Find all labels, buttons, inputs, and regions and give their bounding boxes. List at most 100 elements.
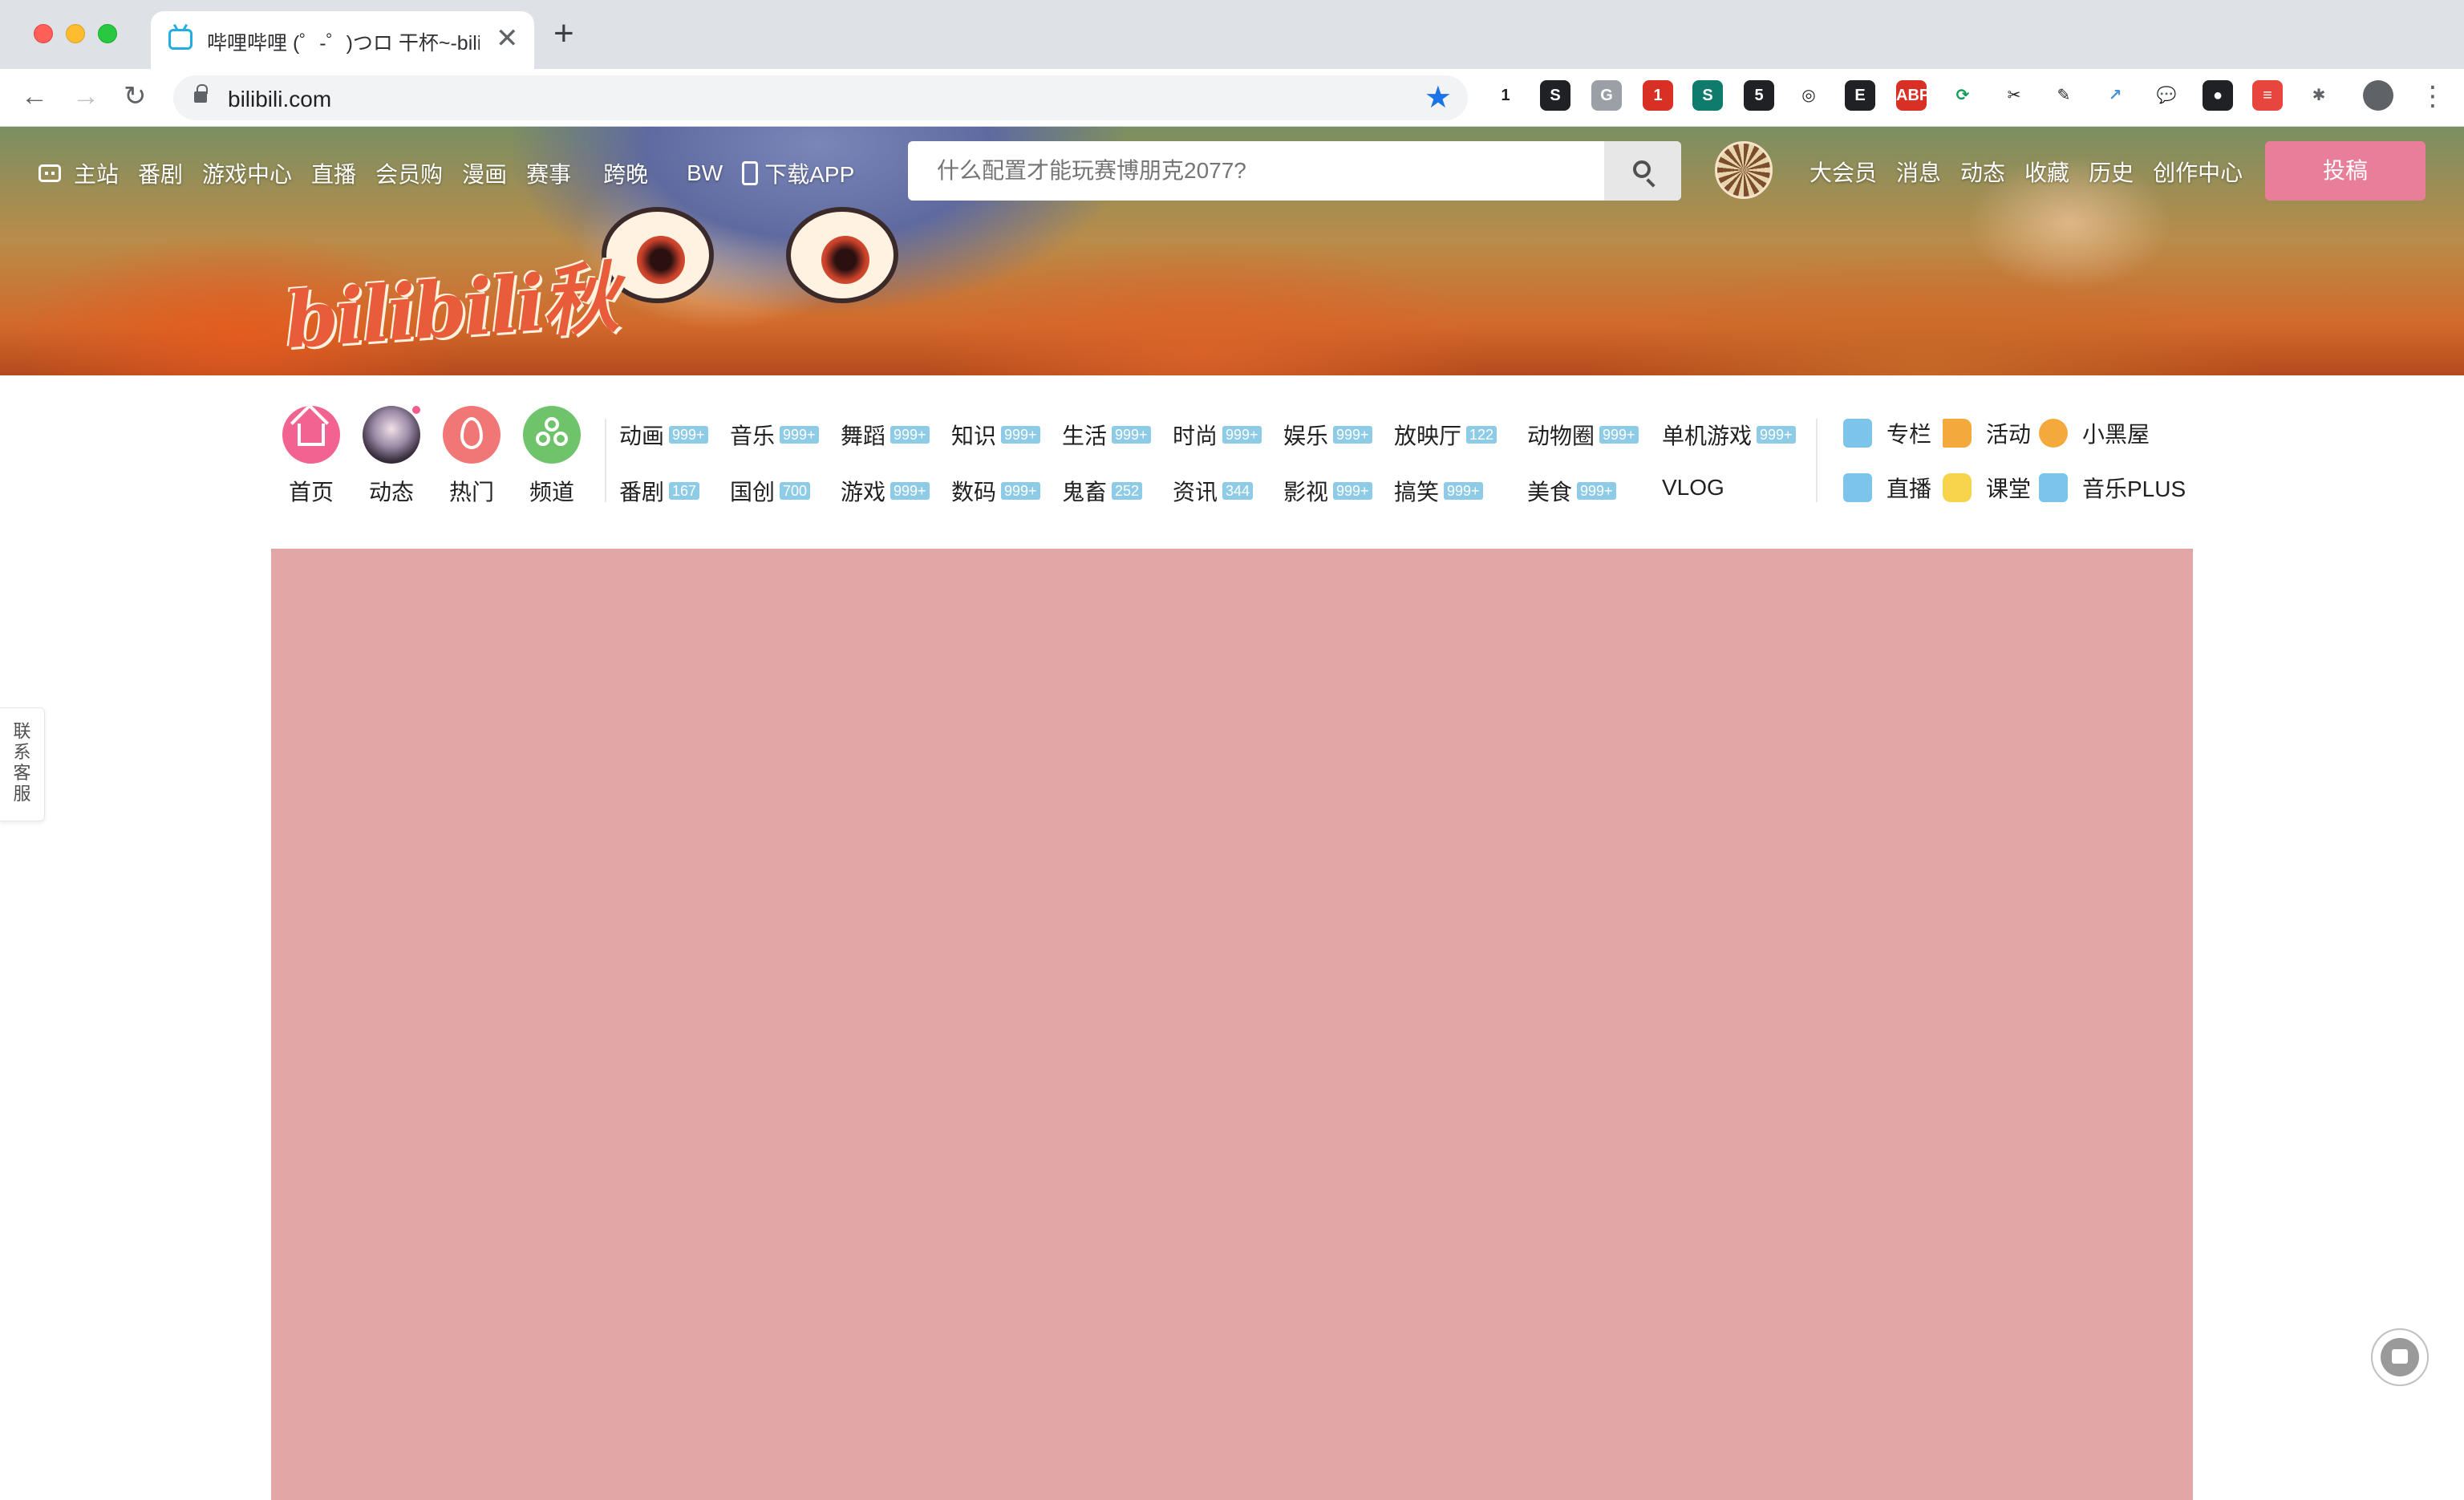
category-row2-2[interactable]: 游戏 999+ xyxy=(841,475,930,507)
popular-circle xyxy=(443,406,500,464)
chat-icon[interactable]: 💬 xyxy=(2151,80,2182,111)
notes-icon[interactable]: ≡ xyxy=(2252,80,2283,111)
nav-game-center[interactable]: 游戏中心 xyxy=(202,157,292,189)
s-circle-icon[interactable]: S xyxy=(1540,80,1570,111)
translate-icon[interactable]: ⟳ xyxy=(1947,80,1978,111)
nav-channel[interactable]: 频道 xyxy=(520,406,584,507)
side-link-music-plus[interactable]: 音乐PLUS xyxy=(2039,472,2186,504)
url-text[interactable]: bilibili.com xyxy=(228,87,331,112)
nav-manga[interactable]: 漫画 xyxy=(462,157,507,189)
s-square-icon[interactable]: S xyxy=(1692,80,1723,111)
category-row2-5[interactable]: 资讯 344 xyxy=(1173,475,1254,507)
nav-history[interactable]: 历史 xyxy=(2089,156,2134,188)
category-row2-8[interactable]: 美食 999+ xyxy=(1527,475,1616,507)
camera-icon[interactable]: 5 xyxy=(1744,80,1774,111)
share-icon[interactable]: ↗ xyxy=(2100,80,2130,111)
category-row1-9[interactable]: 单机游戏 999+ xyxy=(1662,419,1796,451)
category-count-badge: 700 xyxy=(780,482,811,500)
category-row2-3[interactable]: 数码 999+ xyxy=(951,475,1040,507)
nav-dynamic-feed[interactable]: 动态 xyxy=(359,404,424,507)
nav-messages[interactable]: 消息 xyxy=(1896,156,1941,188)
side-link-activity[interactable]: 活动 xyxy=(1943,417,2031,449)
contact-char: 服 xyxy=(13,784,31,804)
category-row2-1[interactable]: 国创 700 xyxy=(730,475,811,507)
floating-feedback-button[interactable] xyxy=(2371,1328,2429,1386)
column-icon xyxy=(1843,419,1872,448)
browser-tab-bar: 哔哩哔哩 (゜-゜)つロ 干杯~-bili ✕ + xyxy=(0,0,2464,69)
category-row1-3[interactable]: 知识 999+ xyxy=(951,419,1040,451)
nav-main-site[interactable]: 主站 xyxy=(38,157,119,189)
nav-dynamic[interactable]: 动态 xyxy=(1960,156,2005,188)
category-count-badge: 999+ xyxy=(669,426,708,444)
music-plus-icon xyxy=(2039,473,2068,502)
side-link-blackroom[interactable]: 小黑屋 xyxy=(2039,417,2150,449)
chrome-ball-icon[interactable]: ◎ xyxy=(1793,80,1824,111)
side-link-column[interactable]: 专栏 xyxy=(1843,417,1931,449)
profile-icon[interactable] xyxy=(2363,80,2393,111)
browser-menu-icon[interactable]: ⋮ xyxy=(2419,80,2446,112)
category-name: 鬼畜 xyxy=(1062,480,1108,505)
tab-close-icon[interactable]: ✕ xyxy=(496,22,519,55)
category-row1-6[interactable]: 娱乐 999+ xyxy=(1283,419,1372,451)
new-tab-button[interactable]: + xyxy=(553,16,574,51)
bilibili-logo[interactable]: bilibili秋 xyxy=(281,236,619,370)
category-row1-7[interactable]: 放映厅 122 xyxy=(1394,419,1497,451)
search-box xyxy=(908,141,1681,201)
nav-favorites[interactable]: 收藏 xyxy=(2024,156,2069,188)
browser-tab-active[interactable]: 哔哩哔哩 (゜-゜)つロ 干杯~-bili ✕ xyxy=(151,11,534,69)
search-input[interactable] xyxy=(908,141,1604,201)
nav-new-year-gala[interactable]: 跨晚 xyxy=(603,157,648,189)
puzzle-icon[interactable]: ✱ xyxy=(2304,80,2334,111)
side-link-live[interactable]: 直播 xyxy=(1843,472,1931,504)
category-row2-4[interactable]: 鬼畜 252 xyxy=(1062,475,1143,507)
user-avatar[interactable] xyxy=(1715,141,1773,199)
nav-esports[interactable]: 赛事 xyxy=(526,157,571,189)
nav-popular[interactable]: 热门 xyxy=(440,406,504,507)
category-row1-2[interactable]: 舞蹈 999+ xyxy=(841,419,930,451)
bookmark-star-icon[interactable]: ★ xyxy=(1424,80,1452,116)
category-row1-4[interactable]: 生活 999+ xyxy=(1062,419,1151,451)
category-name: 资讯 xyxy=(1173,480,1218,505)
nav-home[interactable]: 首页 xyxy=(279,406,343,507)
lock-icon[interactable] xyxy=(194,84,208,103)
reload-button[interactable]: ↻ xyxy=(124,80,147,112)
search-button[interactable] xyxy=(1604,141,1681,201)
category-row2-6[interactable]: 影视 999+ xyxy=(1283,475,1372,507)
nav-live[interactable]: 直播 xyxy=(311,157,356,189)
grammar-icon[interactable]: G xyxy=(1591,80,1622,111)
pencil-icon[interactable]: ✎ xyxy=(2049,80,2079,111)
contact-support-label: 联 系 客 服 xyxy=(14,721,31,805)
category-row1-1[interactable]: 音乐 999+ xyxy=(730,419,819,451)
scissors-icon[interactable]: ✂ xyxy=(1999,80,2029,111)
category-row2-9[interactable]: VLOG xyxy=(1662,475,1724,501)
category-name: 动物圈 xyxy=(1527,424,1595,448)
forward-button[interactable]: → xyxy=(72,80,99,112)
minimize-window-button[interactable] xyxy=(66,24,85,43)
e-circle-icon[interactable]: E xyxy=(1845,80,1875,111)
nav-bangumi[interactable]: 番剧 xyxy=(138,157,183,189)
nav-member-shop[interactable]: 会员购 xyxy=(375,157,443,189)
side-link-activity-label: 活动 xyxy=(1986,422,2032,447)
category-name: 放映厅 xyxy=(1394,424,1462,448)
back-button[interactable]: ← xyxy=(21,80,48,112)
contact-support-tab[interactable]: 联 系 客 服 xyxy=(0,707,45,821)
bird-icon[interactable]: ● xyxy=(2203,80,2233,111)
nav-bw[interactable]: BW xyxy=(687,160,723,186)
category-row1-5[interactable]: 时尚 999+ xyxy=(1173,419,1262,451)
todo-icon[interactable]: 1 xyxy=(1643,80,1673,111)
category-row1-8[interactable]: 动物圈 999+ xyxy=(1527,419,1639,451)
adblock-icon[interactable]: ABP xyxy=(1896,80,1930,111)
nav-download-app[interactable]: 下载APP xyxy=(742,157,854,189)
close-window-button[interactable] xyxy=(34,24,53,43)
side-link-classroom[interactable]: 课堂 xyxy=(1943,472,2031,504)
category-row1-0[interactable]: 动画 999+ xyxy=(619,419,708,451)
nav-vip[interactable]: 大会员 xyxy=(1810,156,1877,188)
category-row2-0[interactable]: 番剧 167 xyxy=(619,475,700,507)
flag-icon xyxy=(1943,419,1972,448)
address-bar[interactable]: bilibili.com ★ xyxy=(173,75,1468,120)
one-icon[interactable]: 1 xyxy=(1490,80,1521,111)
nav-creator-center[interactable]: 创作中心 xyxy=(2153,156,2243,188)
upload-button[interactable]: 投稿 xyxy=(2265,141,2426,201)
category-row2-7[interactable]: 搞笑 999+ xyxy=(1394,475,1483,507)
zoom-window-button[interactable] xyxy=(98,24,117,43)
